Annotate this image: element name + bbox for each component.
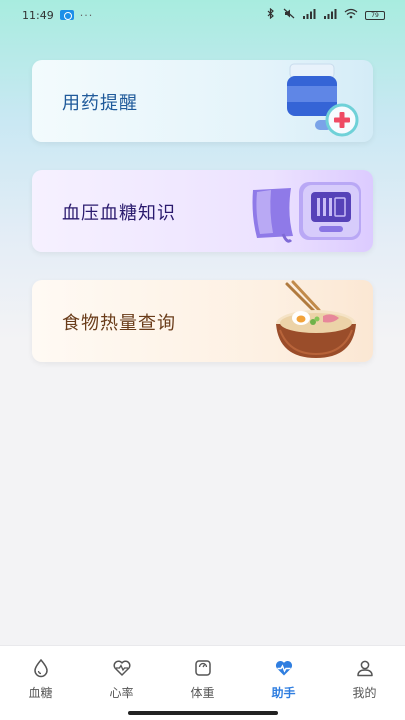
assistant-heart-icon — [275, 661, 292, 676]
tab-blood-glucose-label: 血糖 — [28, 686, 53, 700]
heart-rate-icon — [113, 660, 130, 676]
tab-blood-glucose[interactable]: 血糖 — [0, 646, 81, 720]
home-indicator — [128, 711, 278, 715]
noodle-bowl-icon — [276, 280, 356, 358]
tab-assistant-label: 助手 — [271, 686, 296, 700]
medicine-bottle-icon — [287, 63, 359, 137]
tab-weight[interactable]: 体重 — [162, 646, 243, 720]
food-calorie-lookup-label: 食物热量查询 — [62, 313, 176, 334]
blood-drop-icon — [33, 658, 48, 678]
battery-icon: 79 — [365, 10, 385, 20]
status-bar: 11:49 ··· 79 — [0, 0, 405, 30]
tab-heart-rate-label: 心率 — [109, 686, 134, 700]
signal-icon-1 — [302, 8, 316, 22]
signal-icon-2 — [323, 8, 337, 22]
tab-weight-label: 体重 — [190, 686, 215, 700]
scale-icon — [194, 660, 211, 676]
bluetooth-icon — [266, 7, 276, 22]
user-icon — [356, 660, 373, 677]
mute-icon — [283, 8, 295, 22]
medication-reminder-label: 用药提醒 — [62, 93, 138, 114]
status-left: 11:49 ··· — [22, 9, 93, 22]
wifi-icon — [344, 8, 358, 22]
food-calorie-lookup-card[interactable]: 食物热量查询 — [32, 280, 373, 362]
notification-app-icon — [59, 10, 74, 20]
status-right: 79 — [266, 7, 385, 22]
tab-assistant[interactable]: 助手 — [243, 646, 324, 720]
status-time: 11:49 — [22, 8, 54, 22]
tab-profile[interactable]: 我的 — [324, 646, 405, 720]
medication-reminder-card[interactable]: 用药提醒 — [32, 60, 373, 142]
bp-glucose-knowledge-label: 血压血糖知识 — [62, 203, 176, 224]
blood-pressure-monitor-icon — [252, 182, 361, 243]
tab-heart-rate[interactable]: 心率 — [81, 646, 162, 720]
bp-glucose-knowledge-card[interactable]: 血压血糖知识 — [32, 170, 373, 252]
more-notifications-indicator: ··· — [79, 8, 94, 22]
tab-profile-label: 我的 — [352, 686, 377, 700]
bottom-tab-bar: 血糖 心率 体重 助手 我的 — [0, 645, 405, 720]
